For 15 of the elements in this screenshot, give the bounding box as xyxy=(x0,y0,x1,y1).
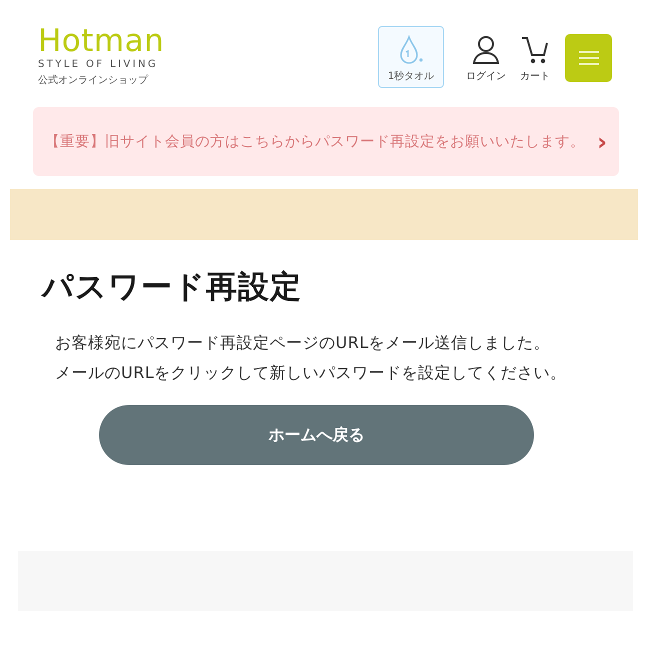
user-icon xyxy=(472,35,500,65)
cart-link[interactable]: カート xyxy=(520,26,550,83)
logo-tagline: STYLE OF LIVING xyxy=(38,59,158,70)
message-text: メールのURLをクリックして新しいパスワードを設定してください。 xyxy=(55,362,568,384)
towel-link[interactable]: 1秒タオル xyxy=(378,26,444,88)
message-text: お客様宛にパスワード再設定ページのURLをメール送信しました。 xyxy=(55,332,552,354)
menu-icon xyxy=(578,50,598,66)
logo-subtitle: 公式オンラインショップ xyxy=(38,74,148,87)
home-button[interactable]: ホームへ戻る xyxy=(99,405,534,465)
menu-button[interactable] xyxy=(565,34,612,82)
login-link[interactable]: ログイン xyxy=(466,26,506,83)
water-drop-icon xyxy=(398,35,424,65)
notice-link[interactable]: 【重要】旧サイト会員の方はこちらからパスワード再設定をお願いいたします。 › xyxy=(33,107,619,176)
cart-icon xyxy=(520,35,550,65)
page-title: パスワード再設定 xyxy=(42,268,303,307)
